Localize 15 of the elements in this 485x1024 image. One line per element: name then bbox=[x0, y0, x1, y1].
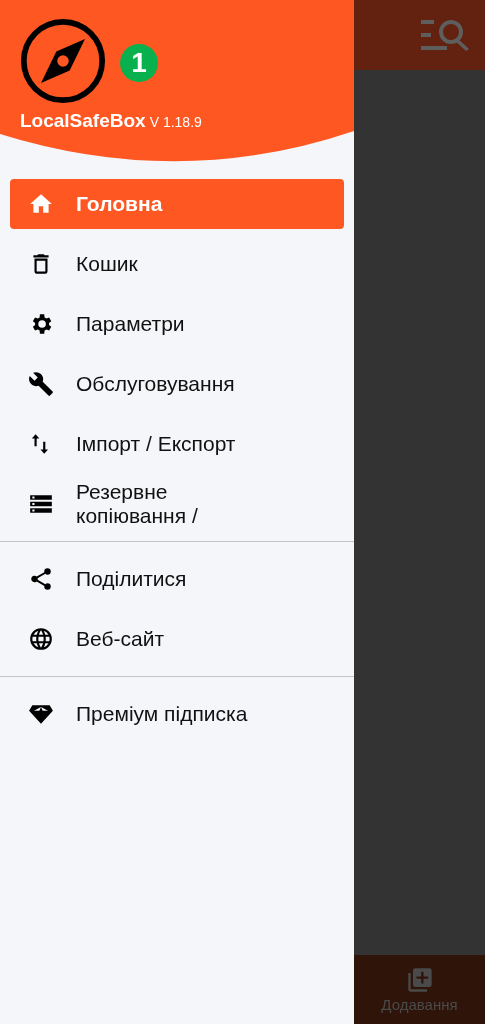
menu-item[interactable]: Імпорт / Експорт bbox=[10, 419, 344, 469]
wrench-icon bbox=[28, 371, 54, 397]
menu-item[interactable]: Обслуговування bbox=[10, 359, 344, 409]
app-name: LocalSafeBox bbox=[20, 110, 146, 132]
menu-item[interactable]: Параметри bbox=[10, 299, 344, 349]
menu-item[interactable]: Преміум підписка bbox=[10, 689, 344, 739]
globe-icon bbox=[28, 626, 54, 652]
compass-icon bbox=[20, 18, 106, 104]
menu-item[interactable]: Кошик bbox=[10, 239, 344, 289]
menu-item[interactable]: Резервне копіювання / bbox=[10, 479, 344, 529]
menu-item[interactable]: Веб-сайт bbox=[10, 614, 344, 664]
add-icon bbox=[405, 966, 434, 994]
version-label: V 1.18.9 bbox=[149, 114, 202, 130]
share-icon bbox=[28, 566, 54, 592]
menu-item[interactable]: Поділитися bbox=[10, 554, 344, 604]
